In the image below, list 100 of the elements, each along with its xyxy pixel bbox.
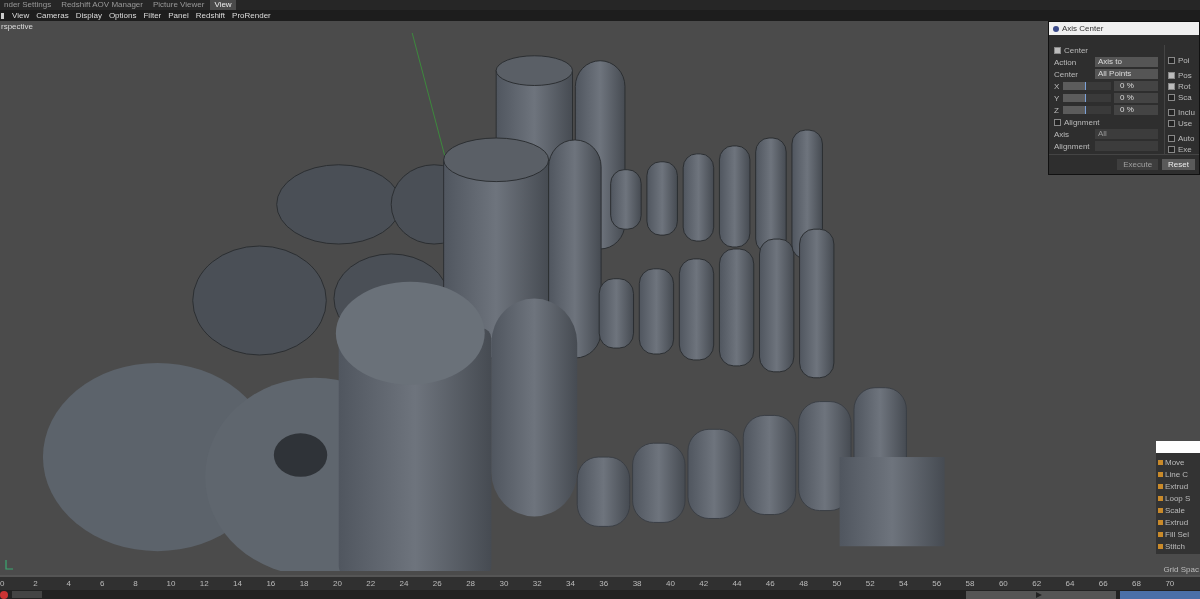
frame-number: 28	[466, 579, 477, 588]
checkbox[interactable]	[1168, 108, 1175, 116]
tab[interactable]: View	[210, 0, 236, 10]
tool-icon	[1158, 508, 1163, 513]
tool-item[interactable]: Loop S	[1165, 494, 1191, 503]
tool-item[interactable]: Stitch	[1165, 542, 1185, 551]
checkbox[interactable]	[1168, 134, 1175, 142]
frame-number: 0	[0, 579, 6, 588]
frame-number: 30	[499, 579, 510, 588]
checkbox[interactable]	[1168, 56, 1175, 64]
tab[interactable]: Redshift AOV Manager	[57, 0, 147, 10]
axis-label: X	[1054, 81, 1060, 91]
frame-field[interactable]	[12, 591, 42, 598]
axis-label: Y	[1054, 93, 1060, 103]
frame-number: 50	[832, 579, 843, 588]
tool-item[interactable]: Extrud	[1165, 482, 1189, 491]
dialog-button[interactable]: Reset	[1162, 159, 1195, 170]
number-field[interactable]: 0 %	[1114, 81, 1158, 91]
checkbox-label: Inclu	[1178, 107, 1195, 117]
frame-number: 36	[599, 579, 610, 588]
checkbox[interactable]	[1168, 71, 1175, 79]
dropdown[interactable]: All	[1095, 129, 1158, 139]
camera-label: rspective	[1, 22, 33, 31]
checkbox-label: Alignment	[1064, 117, 1100, 127]
number-field[interactable]: 0 %	[1114, 93, 1158, 103]
tool-item[interactable]: Move	[1165, 458, 1185, 467]
frame-number: 42	[699, 579, 710, 588]
grid-spacing-label: Grid Spac	[1163, 565, 1199, 574]
tool-icon	[1158, 460, 1163, 465]
slider-track[interactable]	[1063, 106, 1111, 114]
field-label: Alignment	[1054, 141, 1091, 151]
checkbox-label: Center	[1064, 45, 1088, 55]
frame-number: 56	[932, 579, 943, 588]
menu-item[interactable]: View	[12, 11, 30, 20]
tool-item[interactable]: Line C	[1165, 470, 1189, 479]
axis-gizmo-icon	[4, 559, 14, 571]
checkbox-label: Pos	[1178, 70, 1192, 80]
frame-number: 14	[233, 579, 243, 588]
frame-number: 8	[133, 579, 139, 588]
tool-icon	[1158, 496, 1163, 501]
frame-number: 22	[366, 579, 377, 588]
checkbox-label: Exe	[1178, 144, 1192, 154]
checkbox-label: Sca	[1178, 92, 1192, 102]
menu-item[interactable]: Cameras	[36, 11, 69, 20]
checkbox[interactable]	[1054, 118, 1061, 126]
frame-number: 12	[199, 579, 210, 588]
frame-number: 44	[732, 579, 743, 588]
tool-item[interactable]: Fill Sel	[1165, 530, 1189, 539]
tool-icon	[1158, 484, 1163, 489]
checkbox[interactable]	[1054, 46, 1061, 54]
frame-number: 34	[566, 579, 576, 588]
frame-number: 24	[399, 579, 410, 588]
frame-number: 32	[532, 579, 543, 588]
number-field[interactable]: 0 %	[1114, 105, 1158, 115]
frame-number: 10	[166, 579, 177, 588]
record-icon[interactable]	[0, 590, 8, 599]
menu-item[interactable]: Redshift	[195, 11, 226, 20]
checkbox-label: Poi	[1178, 55, 1190, 65]
axis-label: Z	[1054, 105, 1060, 115]
tab[interactable]: Picture Viewer	[148, 0, 209, 10]
app-icon	[1053, 25, 1059, 32]
search-field[interactable]	[1156, 441, 1200, 453]
frame-number: 46	[765, 579, 776, 588]
frame-number: 64	[1065, 579, 1076, 588]
menu-item[interactable]: Display	[75, 11, 102, 20]
tool-item[interactable]: Scale	[1165, 506, 1185, 515]
frame-number: 70	[1165, 579, 1176, 588]
checkbox[interactable]	[1168, 82, 1175, 90]
frame-number: 58	[965, 579, 976, 588]
checkbox[interactable]	[1168, 93, 1175, 101]
checkbox-label: Rot	[1178, 81, 1191, 91]
frame-number: 20	[332, 579, 343, 588]
menu-item[interactable]: ProRender	[232, 11, 271, 20]
frame-number: 48	[799, 579, 810, 588]
dropdown[interactable]: Axis to	[1095, 57, 1158, 67]
menu-item[interactable]: Options	[108, 11, 137, 20]
field-label: Axis	[1054, 129, 1071, 139]
checkbox[interactable]	[1168, 145, 1175, 153]
slider-track[interactable]	[1063, 94, 1111, 102]
frame-number: 16	[266, 579, 277, 588]
menu-item[interactable]: Panel	[168, 11, 189, 20]
checkbox[interactable]	[1168, 119, 1175, 127]
dropdown[interactable]: All Points	[1095, 69, 1158, 79]
frame-number: 26	[432, 579, 443, 588]
tab[interactable]: nder Settings	[0, 0, 56, 10]
dialog-title: Axis Center	[1062, 24, 1104, 33]
tool-icon	[1158, 472, 1163, 477]
frame-number: 2	[33, 579, 39, 588]
menu-item[interactable]: Filter	[143, 11, 162, 20]
frame-number: 68	[1132, 579, 1142, 588]
tool-item[interactable]: Extrud	[1165, 518, 1189, 527]
frame-number: 6	[99, 579, 106, 588]
frame-number: 4	[66, 579, 73, 588]
tool-icon	[1158, 544, 1163, 549]
frame-number: 18	[299, 579, 310, 588]
frame-number: 38	[632, 579, 643, 588]
checkbox-label: Auto	[1178, 133, 1195, 143]
frame-number: 52	[865, 579, 876, 588]
slider-track[interactable]	[1063, 82, 1111, 90]
frame-number: 66	[1098, 579, 1109, 588]
